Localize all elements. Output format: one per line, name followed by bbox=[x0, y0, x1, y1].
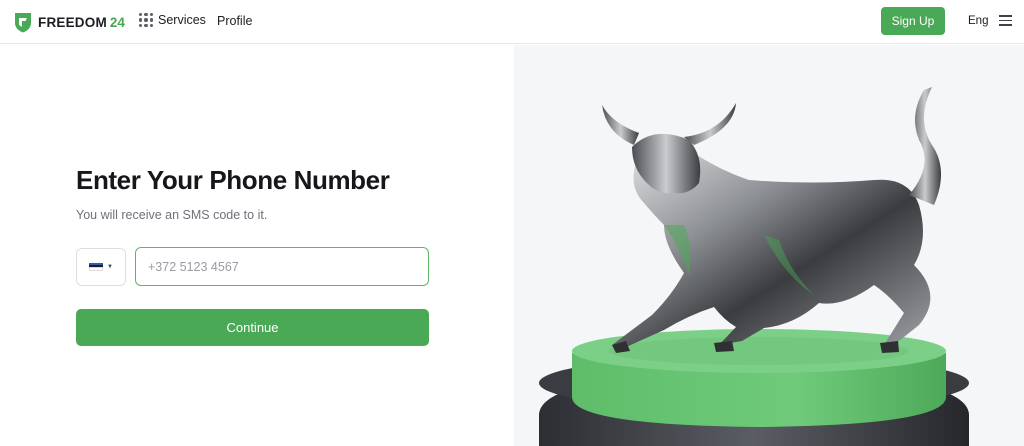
grid-icon bbox=[139, 13, 153, 27]
hero-image-panel bbox=[514, 45, 1024, 446]
services-label: Services bbox=[158, 13, 206, 27]
continue-button[interactable]: Continue bbox=[76, 309, 429, 346]
brand-name: FREEDOM bbox=[38, 14, 107, 30]
brand-number: 24 bbox=[109, 14, 125, 30]
language-selector[interactable]: Eng bbox=[968, 15, 988, 27]
shield-logo-icon bbox=[15, 12, 31, 32]
country-code-selector[interactable]: ▼ bbox=[76, 248, 126, 286]
services-menu[interactable]: Services bbox=[139, 13, 206, 27]
estonia-flag-icon bbox=[89, 262, 104, 272]
page-title: Enter Your Phone Number bbox=[76, 165, 390, 195]
chevron-down-icon: ▼ bbox=[107, 264, 113, 270]
profile-link[interactable]: Profile bbox=[217, 14, 252, 28]
phone-number-input[interactable] bbox=[135, 247, 429, 286]
bull-statue-image bbox=[539, 87, 969, 446]
sign-up-button[interactable]: Sign Up bbox=[881, 7, 945, 35]
hamburger-menu-icon[interactable] bbox=[999, 15, 1012, 26]
brand-logo[interactable]: FREEDOM 24 bbox=[14, 11, 125, 33]
top-nav: FREEDOM 24 Services Profile Sign Up Eng bbox=[0, 0, 1024, 44]
page-subtitle: You will receive an SMS code to it. bbox=[76, 208, 268, 222]
